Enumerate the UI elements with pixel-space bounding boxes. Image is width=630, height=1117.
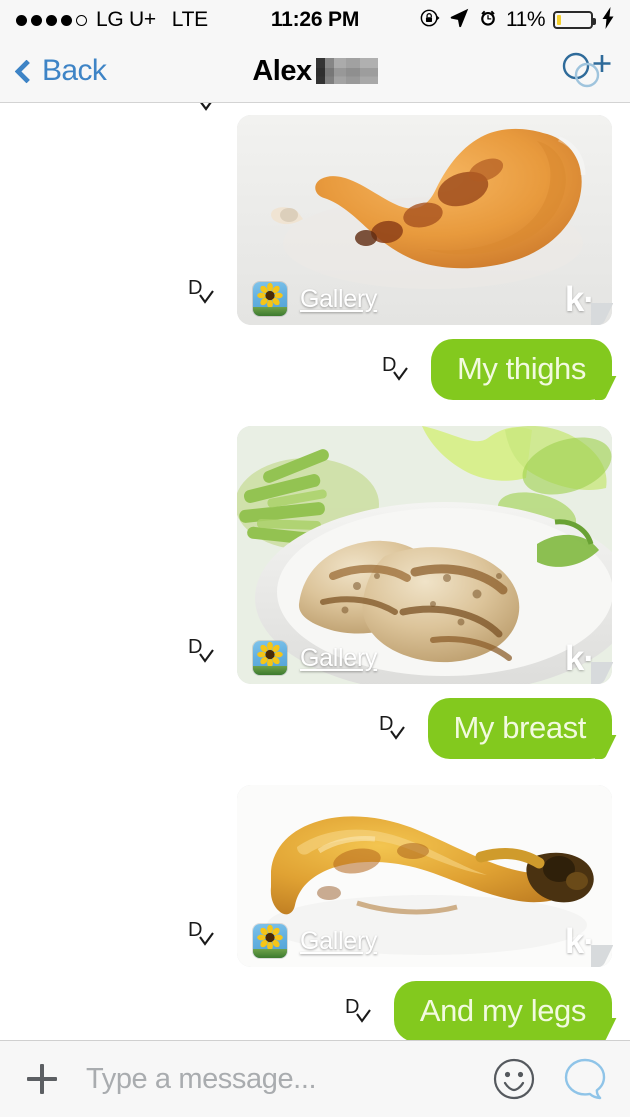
message-row: D And my legs xyxy=(18,981,612,1040)
smiley-face-icon[interactable] xyxy=(492,1057,536,1101)
delivery-receipt: D xyxy=(187,636,223,674)
message-text: My thighs xyxy=(456,351,586,386)
back-button-label: Back xyxy=(42,54,107,87)
message-row: D My breast xyxy=(18,698,612,761)
image-source-bar: Gallery k· xyxy=(237,632,612,684)
battery-percent-label: 11% xyxy=(506,8,545,31)
gallery-sunflower-icon xyxy=(253,282,287,316)
rotation-lock-icon xyxy=(419,7,441,34)
contact-name-label: Alex xyxy=(252,54,312,87)
bubble-tail xyxy=(591,945,613,967)
bubble-tail xyxy=(595,1018,619,1040)
bubble-tail xyxy=(595,735,619,759)
status-bar: LG U+ LTE 11:26 PM 11% xyxy=(0,0,630,40)
navigation-bar: Back Alex xyxy=(0,40,630,103)
plus-icon[interactable] xyxy=(20,1057,64,1101)
status-bar-left: LG U+ LTE xyxy=(16,8,208,32)
gallery-sunflower-icon xyxy=(253,924,287,958)
message-text: And my legs xyxy=(419,993,587,1028)
add-contact-icon xyxy=(562,52,611,88)
image-source-bar: Gallery k· xyxy=(237,915,612,967)
gallery-source-label[interactable]: Gallery xyxy=(300,927,377,956)
bubble-tail xyxy=(591,662,613,684)
image-source-bar: Gallery k· xyxy=(237,273,612,325)
gallery-sunflower-icon xyxy=(253,641,287,675)
text-message-bubble[interactable]: And my legs xyxy=(393,981,612,1040)
charging-bolt-icon xyxy=(601,6,616,34)
delivery-receipt: D xyxy=(344,996,380,1034)
scrolled-message-partial xyxy=(18,103,612,115)
battery-icon xyxy=(553,11,596,29)
message-row: D My thighs xyxy=(18,339,612,402)
text-message-bubble[interactable]: My thighs xyxy=(430,339,612,400)
message-input[interactable] xyxy=(86,1062,492,1096)
image-message-bubble[interactable]: Gallery k· xyxy=(237,426,612,684)
delivery-receipt: D xyxy=(378,713,414,751)
delivery-receipt-partial-icon xyxy=(196,103,222,115)
alarm-clock-icon xyxy=(478,8,498,33)
message-text: My breast xyxy=(453,710,587,745)
kik-watermark: k· xyxy=(564,638,595,678)
kik-watermark: k· xyxy=(564,279,595,319)
image-message-bubble[interactable]: Gallery k· xyxy=(237,115,612,325)
phone-screen: LG U+ LTE 11:26 PM 11% Back Alex D Galle… xyxy=(0,0,630,1117)
delivery-receipt: D xyxy=(381,354,417,392)
message-row: D Gallery k· xyxy=(18,785,612,967)
text-message-bubble[interactable]: My breast xyxy=(427,698,612,759)
redacted-surname-block xyxy=(315,58,378,84)
add-contact-button[interactable] xyxy=(560,49,612,93)
network-type-label: LTE xyxy=(171,8,208,31)
message-composer xyxy=(0,1040,630,1117)
status-bar-right: 11% xyxy=(419,6,616,34)
message-row: D Gallery k· xyxy=(18,426,612,684)
gallery-source-label[interactable]: Gallery xyxy=(300,644,377,673)
gallery-source-label[interactable]: Gallery xyxy=(300,285,377,314)
location-arrow-icon xyxy=(449,7,470,33)
bubble-tail xyxy=(595,376,619,400)
delivery-receipt: D xyxy=(187,919,223,957)
message-row: D Gallery k· xyxy=(18,115,612,325)
message-list[interactable]: D Gallery k· D My thighs D Gallery k· D … xyxy=(0,103,630,1040)
kik-watermark: k· xyxy=(564,921,595,961)
bubble-tail xyxy=(591,303,613,325)
signal-strength-icon xyxy=(16,14,87,26)
back-button[interactable]: Back xyxy=(14,54,107,88)
delivery-receipt: D xyxy=(187,277,223,315)
speech-bubble-icon[interactable] xyxy=(562,1056,608,1102)
chevron-left-icon xyxy=(14,58,39,84)
carrier-label: LG U+ xyxy=(96,8,156,31)
image-message-bubble[interactable]: Gallery k· xyxy=(237,785,612,967)
